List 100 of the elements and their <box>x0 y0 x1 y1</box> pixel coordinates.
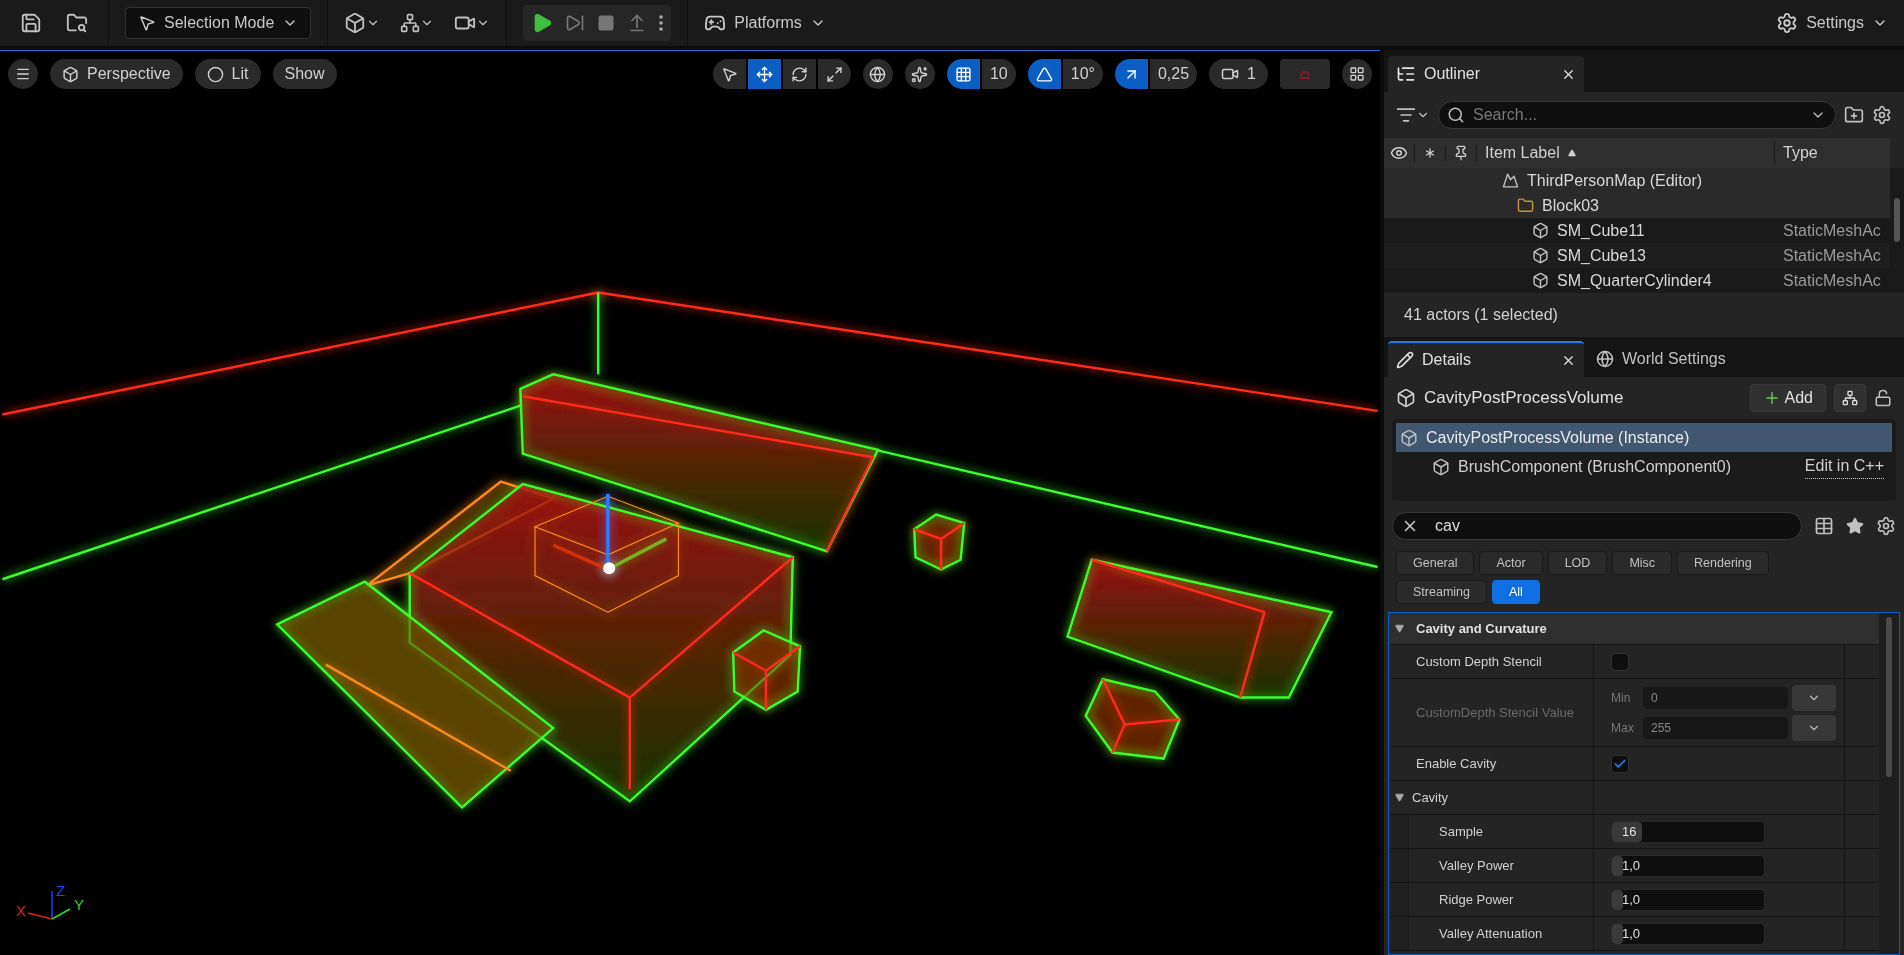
column-header[interactable]: Item Label <box>1477 141 1775 165</box>
stop-button[interactable] <box>597 14 616 32</box>
outliner-row[interactable]: SM_QuarterCylinder4 StaticMeshAc <box>1384 268 1890 293</box>
cube-icon <box>1400 428 1418 447</box>
outliner-row[interactable]: SM_Cube13 StaticMeshAc <box>1384 243 1890 268</box>
collapse-arrow-icon <box>1395 624 1404 633</box>
component-row[interactable]: BrushComponent (BrushComponent0) Edit in C++ <box>1396 452 1892 481</box>
favorite-button[interactable] <box>1846 517 1864 535</box>
filter-chip[interactable]: Streaming <box>1396 580 1487 604</box>
star-icon <box>1846 517 1864 535</box>
slider-value: 1,0 <box>1621 856 1641 875</box>
menu-icon <box>15 66 31 82</box>
transform-tool-button[interactable] <box>782 59 816 89</box>
viewport[interactable]: Perspective Lit Show 10 10° 0,25 1 X Z Y <box>0 50 1380 955</box>
surface-snap-button[interactable] <box>904 59 935 89</box>
scrollbar-thumb[interactable] <box>1894 198 1900 242</box>
show-button[interactable]: Show <box>272 59 337 89</box>
sphere-icon <box>206 65 224 83</box>
transform-tool-button[interactable] <box>747 59 781 89</box>
x-axis-label: X <box>16 903 26 918</box>
snap-value-button[interactable]: 10° <box>1062 59 1103 89</box>
range-label: Max <box>1611 719 1635 737</box>
rotate-icon <box>790 65 808 83</box>
platforms-dropdown[interactable]: Platforms <box>704 11 826 35</box>
globe-icon <box>869 65 887 83</box>
outliner-tab[interactable]: Outliner <box>1388 56 1584 92</box>
slider-field[interactable]: 1,0 <box>1611 888 1765 911</box>
filter-chip[interactable]: LOD <box>1547 551 1608 575</box>
slider-value: 16 <box>1621 822 1637 841</box>
slider-field[interactable]: 1,0 <box>1611 854 1765 877</box>
item-label: ThirdPersonMap (Editor) <box>1527 170 1704 191</box>
slider-value: 1,0 <box>1621 890 1641 909</box>
pointer-icon <box>138 14 156 32</box>
column-header[interactable]: Type <box>1775 141 1890 165</box>
save-button[interactable] <box>20 12 42 34</box>
component-row[interactable]: CavityPostProcessVolume (Instance) <box>1396 423 1892 452</box>
globe-button[interactable] <box>862 59 893 89</box>
slider-field[interactable]: 1,0 <box>1611 922 1765 945</box>
property-label: Cavity <box>1412 788 1449 807</box>
browse-button[interactable] <box>66 12 88 34</box>
snap-toggle-button[interactable] <box>1027 59 1061 89</box>
filter-chip[interactable]: Misc <box>1612 551 1673 575</box>
add-component-button[interactable]: Add <box>1749 384 1826 412</box>
filter-chip[interactable]: Actor <box>1479 551 1543 575</box>
more-options-button[interactable] <box>659 15 664 31</box>
settings-button[interactable] <box>1872 105 1892 125</box>
perspective-button[interactable]: Perspective <box>50 59 183 89</box>
folder-icon <box>1517 197 1534 214</box>
checkbox[interactable] <box>1611 754 1629 773</box>
filter-chip[interactable]: Rendering <box>1677 551 1769 575</box>
property-label: Ridge Power <box>1439 890 1514 909</box>
mesh-icon <box>1532 247 1549 264</box>
slider-field[interactable]: 16 <box>1611 820 1765 843</box>
lock-button[interactable] <box>1874 389 1892 407</box>
layout-icon <box>1349 66 1365 82</box>
filter-chip[interactable]: All <box>1492 580 1540 604</box>
snap-value-button[interactable]: 10 <box>981 59 1016 89</box>
save-icon <box>20 12 42 34</box>
blueprint-button[interactable] <box>1834 384 1866 412</box>
settings-button[interactable]: Settings <box>1776 11 1888 35</box>
property-label: Valley Attenuation <box>1439 924 1543 943</box>
transform-tool-button[interactable] <box>817 59 851 89</box>
scrollbar-thumb[interactable] <box>1886 617 1892 777</box>
new-folder-button[interactable] <box>1844 105 1864 125</box>
filter-button[interactable] <box>1396 105 1430 125</box>
actor-count: 41 actors (1 selected) <box>1404 305 1558 325</box>
lit-button[interactable]: Lit <box>194 59 261 89</box>
table-view-button[interactable] <box>1814 516 1834 536</box>
settings-button[interactable] <box>1876 516 1896 536</box>
details-search-field[interactable]: cav <box>1392 512 1802 540</box>
edit-in-cpp-link[interactable]: Edit in C++ <box>1804 454 1884 479</box>
actor-name: CavityPostProcessVolume <box>1424 387 1625 410</box>
property-label: Valley Power <box>1439 856 1514 875</box>
move-icon <box>755 65 773 83</box>
search-field[interactable]: Search... <box>1438 101 1836 129</box>
outliner-row[interactable]: ThirdPersonMap (Editor) <box>1384 168 1890 193</box>
camera-speed-button[interactable]: 1 <box>1209 59 1268 89</box>
y-axis-label: Y <box>74 897 84 912</box>
property-label: Enable Cavity <box>1416 754 1497 773</box>
layout-button[interactable] <box>1342 59 1372 89</box>
snap-value-button[interactable]: 0,25 <box>1149 59 1198 89</box>
filter-chip[interactable]: General <box>1396 551 1475 575</box>
folder-search-icon <box>66 12 88 34</box>
advance-frame-button[interactable] <box>565 13 586 33</box>
panel-tab[interactable]: Details <box>1388 341 1584 377</box>
stop-icon <box>597 14 616 32</box>
component-label: BrushComponent (BrushComponent0) <box>1458 456 1733 477</box>
section-header-bar[interactable]: Cavity and Curvature <box>1389 613 1879 645</box>
panel-tab[interactable]: World Settings <box>1584 341 1738 377</box>
cube-icon <box>1432 457 1450 476</box>
snap-toggle-button[interactable] <box>946 59 980 89</box>
snap-toggle-button[interactable] <box>1114 59 1148 89</box>
selection-mode-dropdown[interactable]: Selection Mode <box>125 7 312 39</box>
sort-arrow-icon <box>1567 149 1576 157</box>
property-label: Sample <box>1439 822 1484 841</box>
outliner-row[interactable]: Block03 <box>1384 193 1890 218</box>
checkbox[interactable] <box>1611 652 1629 671</box>
outliner-row[interactable]: SM_Cube11 StaticMeshAc <box>1384 218 1890 243</box>
viewport-menu-button[interactable] <box>8 59 38 89</box>
transform-tool-button[interactable] <box>712 59 746 89</box>
